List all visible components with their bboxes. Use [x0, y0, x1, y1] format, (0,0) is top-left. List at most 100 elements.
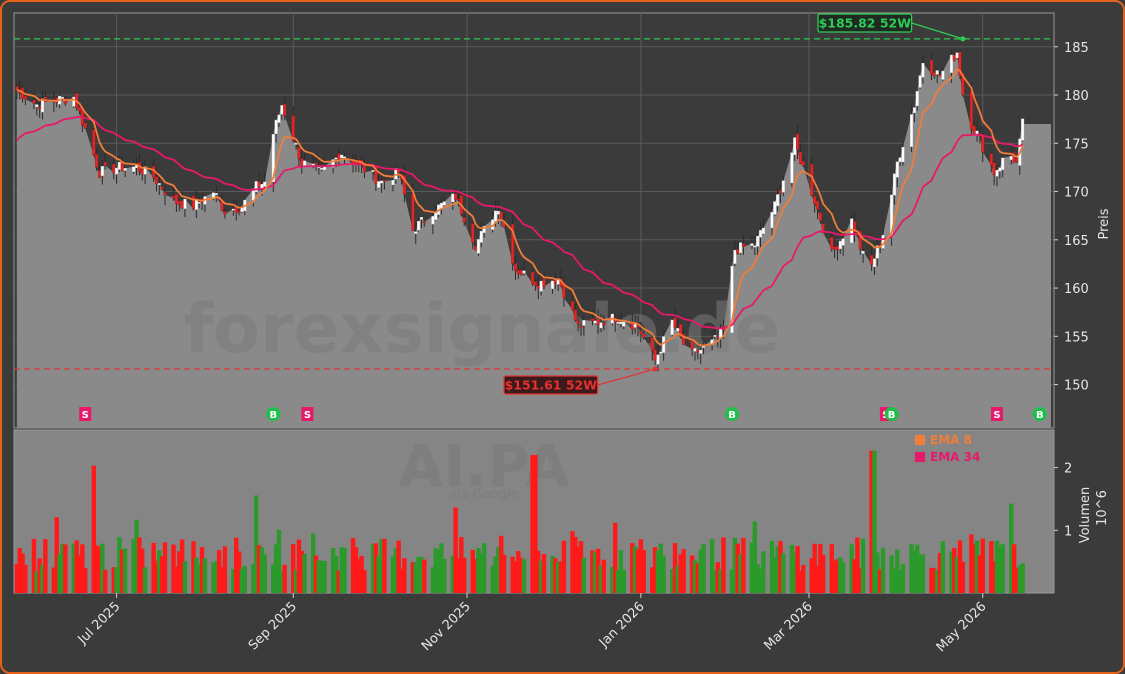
candle-up	[343, 156, 347, 159]
candle-up	[391, 180, 395, 185]
candle-up	[419, 217, 423, 220]
signal-label: B	[1036, 410, 1044, 421]
volume-bar-down	[741, 537, 746, 593]
volume-bar-down	[461, 557, 467, 593]
candle-down	[38, 106, 42, 110]
candle-up	[616, 321, 620, 324]
candle-up	[599, 322, 603, 329]
candle-up	[417, 221, 421, 231]
volume-bar-up	[920, 554, 926, 593]
volume-axis-label: Volumen	[1078, 487, 1093, 544]
candle-up	[739, 242, 743, 254]
volume-bar-up	[1000, 544, 1005, 593]
candle-up	[759, 230, 763, 238]
candle-down	[23, 95, 27, 100]
candle-up	[294, 143, 298, 145]
candle-down	[813, 196, 817, 205]
candle-down	[180, 200, 184, 209]
volume-bar-down	[282, 564, 287, 593]
candle-up	[693, 348, 697, 352]
candle-up	[619, 321, 623, 325]
x-tick-label: Sep 2025	[246, 599, 300, 653]
candle-down	[519, 270, 523, 275]
high-52w-point	[960, 36, 966, 42]
price-axis-label: Preis	[1097, 208, 1112, 239]
candle-up	[414, 231, 418, 234]
candle-up	[898, 157, 902, 163]
candle-down	[474, 246, 478, 251]
candle-up	[434, 212, 438, 220]
candle-down	[830, 236, 834, 250]
candle-down	[454, 193, 458, 200]
volume-bar-down	[561, 540, 567, 593]
candle-up	[380, 180, 384, 184]
watermark-site: forexsignale.de	[184, 290, 781, 369]
watermark-source: via Google	[449, 487, 518, 502]
candle-down	[300, 158, 304, 166]
candle-up	[781, 180, 785, 193]
candle-down	[741, 243, 745, 247]
low-52w-label: $151.61 52W	[505, 378, 598, 393]
volume-bar-up	[481, 543, 487, 593]
x-tick-label: Mar 2026	[762, 599, 816, 653]
candle-down	[835, 245, 839, 251]
candle-up	[479, 230, 483, 243]
candle-down	[314, 162, 318, 165]
candle-down	[154, 176, 158, 184]
candle-up	[773, 201, 777, 215]
candle-up	[60, 96, 64, 99]
candle-down	[1015, 158, 1019, 162]
vol-tick-label: 2	[1064, 462, 1072, 477]
volume-bar-down	[681, 549, 686, 593]
high-52w-label: $185.82 52W	[819, 16, 912, 31]
candle-down	[422, 221, 426, 223]
candle-down	[570, 301, 574, 311]
candle-down	[736, 249, 740, 254]
candle-down	[97, 170, 101, 178]
candle-down	[456, 199, 460, 201]
candle-down	[174, 194, 178, 204]
volume-bar-up	[521, 559, 527, 593]
candle-down	[870, 255, 874, 265]
y-tick-label: 180	[1064, 89, 1089, 104]
candle-up	[431, 216, 435, 225]
candle-down	[32, 99, 36, 104]
candle-up	[659, 351, 663, 354]
candle-up	[892, 173, 896, 196]
candle-down	[833, 246, 837, 250]
signal-label: S	[993, 410, 1000, 421]
volume-bar-up	[242, 565, 247, 593]
candle-up	[593, 320, 597, 324]
candle-down	[972, 125, 976, 134]
candle-down	[411, 193, 415, 231]
volume-bar-down	[501, 554, 507, 593]
volume-bar-down	[821, 555, 826, 593]
volume-bar-down	[162, 542, 168, 593]
legend-label-ema8: EMA 8	[930, 433, 972, 447]
candle-down	[499, 211, 503, 220]
candle-up	[35, 104, 39, 108]
volume-bar-up	[302, 553, 307, 593]
candle-up	[277, 114, 281, 123]
volume-bar-down	[721, 537, 726, 593]
candle-down	[778, 190, 782, 194]
volume-bar-up	[621, 569, 626, 593]
candle-up	[733, 249, 737, 264]
volume-bar-up	[661, 555, 666, 593]
volume-bar-down	[801, 565, 806, 593]
candle-down	[257, 181, 261, 188]
candle-down	[140, 169, 144, 175]
x-tick-label: May 2026	[934, 599, 990, 655]
candle-down	[553, 279, 557, 284]
candle-up	[838, 240, 842, 249]
candle-down	[989, 153, 993, 166]
candle-up	[910, 114, 914, 147]
candle-up	[496, 211, 500, 215]
candle-up	[622, 321, 626, 327]
candle-up	[371, 170, 375, 172]
candle-down	[653, 349, 657, 361]
candle-down	[596, 318, 600, 325]
candle-up	[132, 166, 136, 172]
candle-down	[112, 164, 116, 173]
candle-down	[513, 263, 517, 271]
